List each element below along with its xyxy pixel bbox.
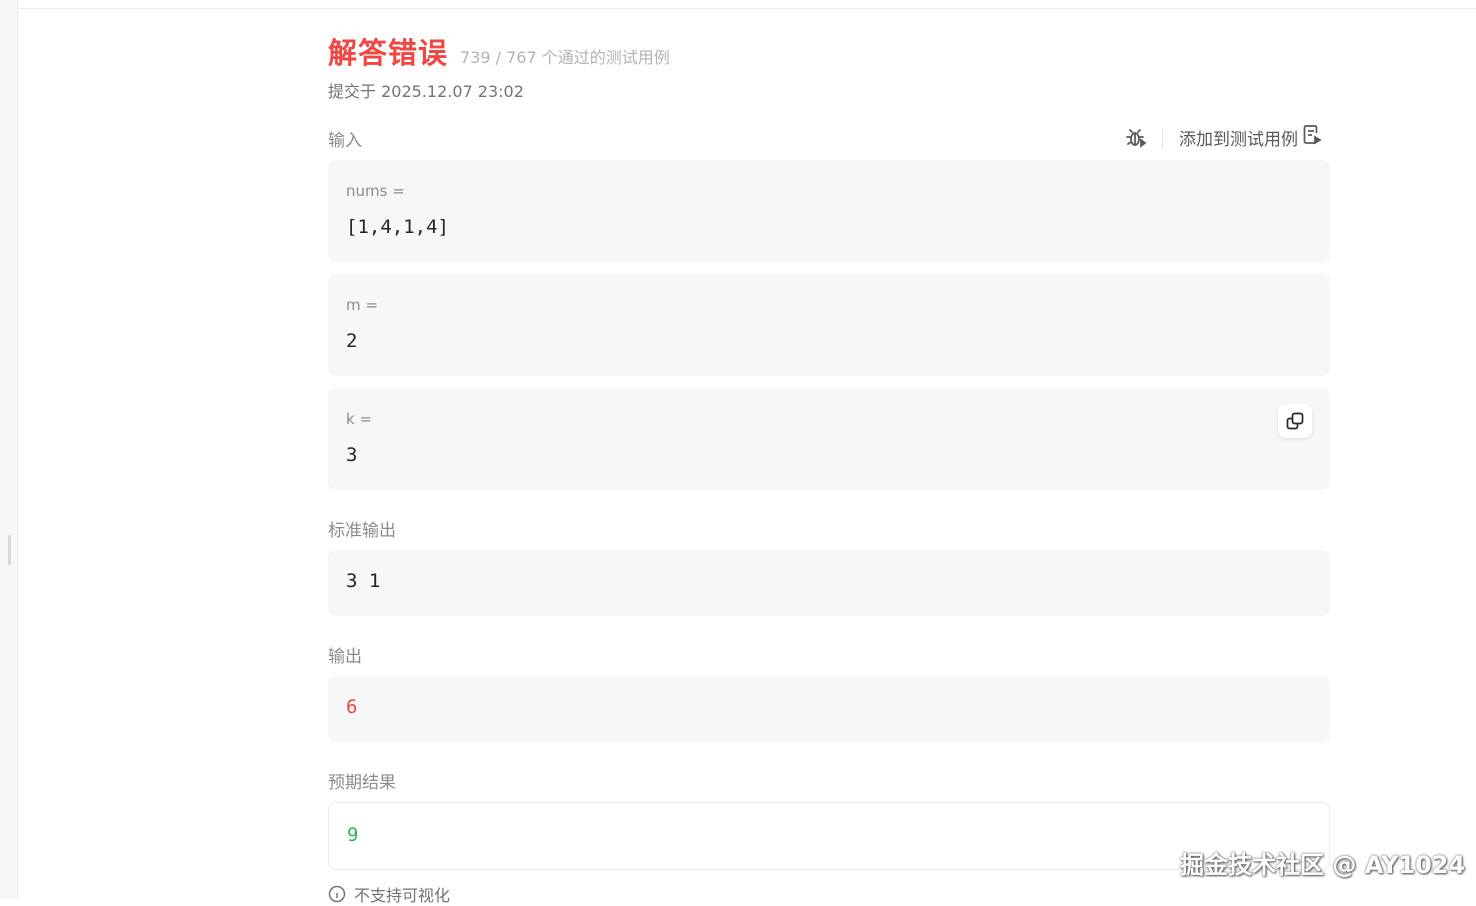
passed-testcases-count: 739 / 767 个通过的测试用例 xyxy=(460,48,670,67)
add-to-testcase-label: 添加到测试用例 xyxy=(1179,130,1298,150)
debug-icon[interactable] xyxy=(1124,126,1148,150)
info-icon xyxy=(328,885,346,903)
add-to-testcase-button[interactable]: 添加到测试用例 xyxy=(1179,124,1322,151)
add-testcase-icon xyxy=(1302,124,1322,151)
verdict-title: 解答错误 xyxy=(328,36,449,70)
result-header: 解答错误 739 / 767 个通过的测试用例 xyxy=(328,30,670,72)
copy-icon xyxy=(1286,412,1304,430)
tool-separator xyxy=(1162,127,1163,148)
copy-button[interactable] xyxy=(1278,404,1312,438)
param-name: nums = xyxy=(346,182,405,200)
output-label: 输出 xyxy=(328,647,362,667)
top-divider xyxy=(18,8,1476,9)
expected-value: 9 xyxy=(347,824,359,846)
param-value: [1,4,1,4] xyxy=(346,216,449,238)
param-name: k = xyxy=(346,410,373,428)
watermark: 掘金技术社区 @ AY1024 xyxy=(1180,851,1466,879)
visualization-note: 不支持可视化 xyxy=(328,882,450,906)
visualization-note-text: 不支持可视化 xyxy=(354,886,451,905)
submitted-time: 提交于 2025.12.07 23:02 xyxy=(328,82,524,101)
param-box-nums: nums = [1,4,1,4] xyxy=(328,160,1330,262)
param-name: m = xyxy=(346,296,378,314)
input-label: 输入 xyxy=(328,131,362,151)
param-box-k: k = 3 xyxy=(328,388,1330,490)
stdout-value: 3 1 xyxy=(346,570,381,592)
input-tools: 添加到测试用例 xyxy=(1124,124,1322,151)
stdout-label: 标准输出 xyxy=(328,521,396,541)
resize-handle[interactable] xyxy=(8,535,11,565)
expected-label: 预期结果 xyxy=(328,773,396,793)
param-box-m: m = 2 xyxy=(328,274,1330,376)
param-value: 3 xyxy=(346,444,358,466)
left-panel-edge xyxy=(0,0,18,899)
stdout-box: 3 1 xyxy=(328,550,1330,616)
output-box: 6 xyxy=(328,676,1330,742)
output-value: 6 xyxy=(346,696,358,718)
param-value: 2 xyxy=(346,330,358,352)
